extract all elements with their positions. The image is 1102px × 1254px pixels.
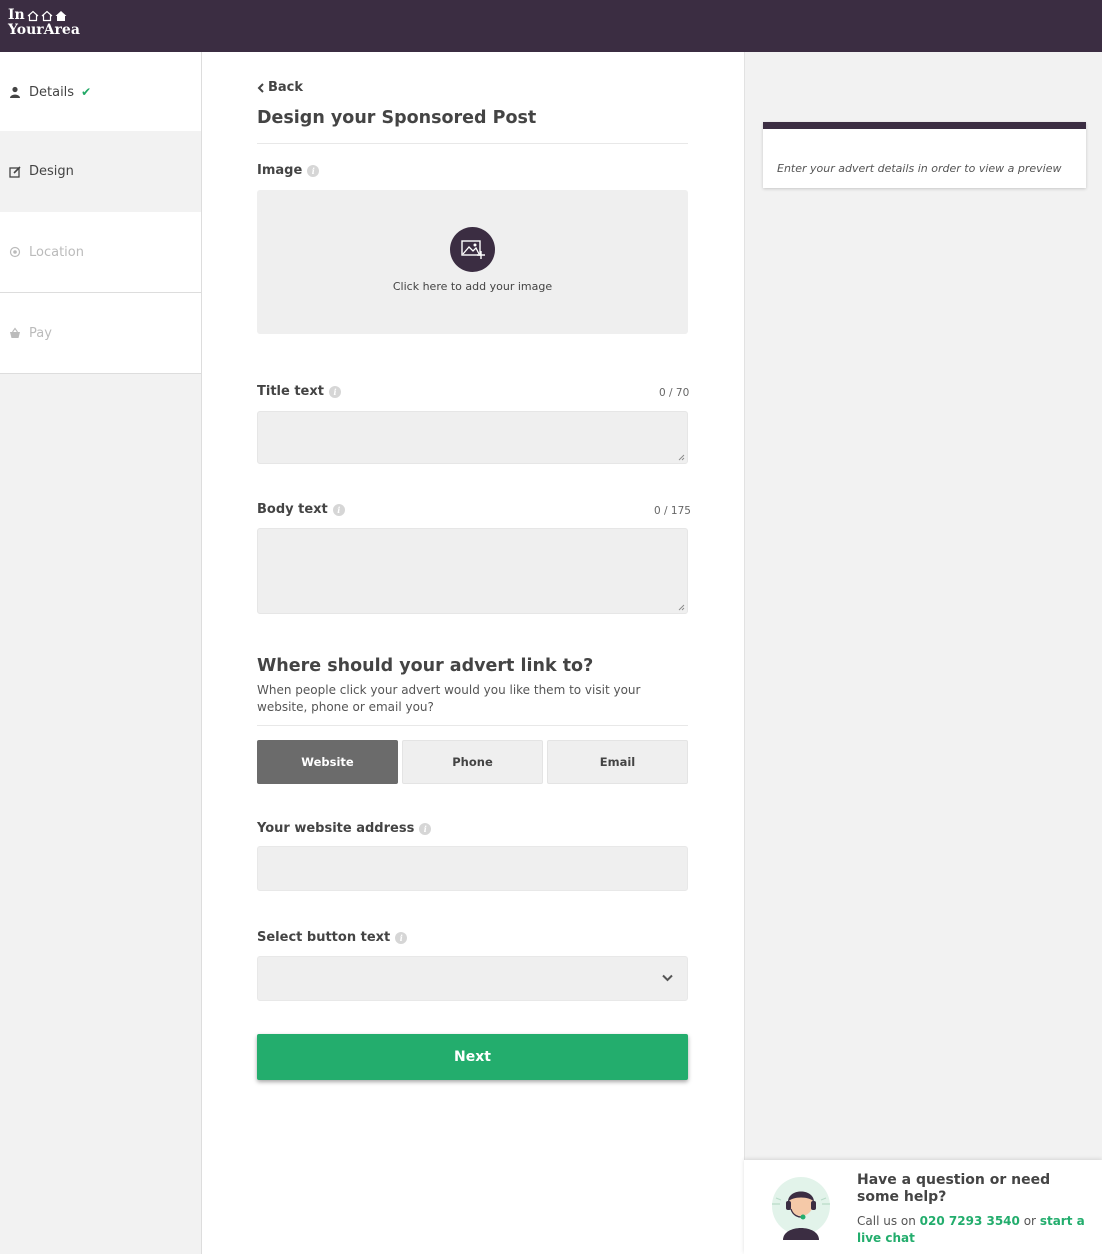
button-text-label: Select button text <box>257 930 391 945</box>
preview-header-bar <box>763 122 1086 129</box>
sidebar-item-pay[interactable]: Pay <box>0 293 201 374</box>
logo[interactable]: In YourArea <box>8 8 80 38</box>
info-icon[interactable]: i <box>307 164 320 177</box>
link-option-website[interactable]: Website <box>257 740 398 784</box>
preview-pane <box>744 52 1102 1254</box>
link-option-email[interactable]: Email <box>547 740 688 784</box>
sidebar-item-location[interactable]: Location <box>0 212 201 293</box>
sidebar-item-label: Pay <box>29 325 52 341</box>
add-image-icon <box>450 227 495 272</box>
sidebar-item-label: Details <box>29 84 75 100</box>
website-address-input[interactable] <box>257 846 688 891</box>
top-bar: In YourArea <box>0 0 1102 52</box>
logo-text-yourarea: YourArea <box>8 22 80 38</box>
body-text-field[interactable] <box>257 528 688 614</box>
resize-grip-icon[interactable] <box>678 604 685 611</box>
resize-grip-icon[interactable] <box>678 454 685 461</box>
house-outline-icon <box>41 10 53 21</box>
chevron-down-icon <box>662 974 673 982</box>
checkmark-icon: ✔ <box>81 85 92 99</box>
help-title: Have a question or need some help? <box>857 1172 1051 1205</box>
title-label-row: Title text i <box>257 384 341 399</box>
image-label-row: Image i <box>257 163 320 178</box>
help-contact-text: Call us on 020 7293 3540 or start a live… <box>857 1213 1097 1247</box>
logo-text-in: In <box>8 7 25 23</box>
upload-hint: Click here to add your image <box>392 280 553 293</box>
body-label-row: Body text i <box>257 502 345 517</box>
location-target-icon <box>9 246 21 258</box>
sidebar-item-design[interactable]: Design <box>0 131 201 212</box>
image-label: Image <box>257 163 303 178</box>
sidebar-item-details[interactable]: Details ✔ <box>0 52 201 133</box>
body-char-counter: 0 / 175 <box>654 505 691 517</box>
body-label: Body text <box>257 502 328 517</box>
title-char-counter: 0 / 70 <box>659 387 690 399</box>
website-label: Your website address <box>257 821 415 836</box>
title-label: Title text <box>257 384 324 399</box>
title-text-field[interactable] <box>257 411 688 464</box>
edit-icon <box>9 165 21 178</box>
back-link[interactable]: Back <box>257 80 303 95</box>
sidebar-item-label: Location <box>29 244 84 260</box>
back-label: Back <box>268 80 304 95</box>
basket-icon <box>10 327 20 338</box>
title-divider <box>257 143 688 144</box>
chevron-left-icon <box>257 82 264 93</box>
phone-link[interactable]: 020 7293 3540 <box>920 1214 1020 1228</box>
image-upload-area[interactable]: Click here to add your image <box>257 190 688 334</box>
advert-preview-card: Enter your advert details in order to vi… <box>763 122 1086 188</box>
link-section-title: Where should your advert link to? <box>257 656 594 676</box>
link-divider <box>257 725 688 726</box>
next-button[interactable]: Next <box>257 1034 688 1080</box>
help-widget: Have a question or need some help? Call … <box>744 1160 1102 1254</box>
support-agent-avatar <box>772 1177 830 1240</box>
preview-message: Enter your advert details in order to vi… <box>777 162 1062 175</box>
sidebar-item-label: Design <box>29 164 74 179</box>
user-icon <box>10 86 20 98</box>
button-text-select[interactable] <box>257 956 688 1001</box>
link-option-phone[interactable]: Phone <box>402 740 543 784</box>
info-icon[interactable]: i <box>332 503 345 516</box>
info-icon[interactable]: i <box>395 931 408 944</box>
link-section-description: When people click your advert would you … <box>257 683 641 714</box>
info-icon[interactable]: i <box>328 385 341 398</box>
button-text-label-row: Select button text i <box>257 930 408 945</box>
info-icon[interactable]: i <box>419 822 432 835</box>
website-label-row: Your website address i <box>257 821 432 836</box>
house-outline-icon <box>27 10 39 21</box>
house-filled-icon <box>55 10 67 21</box>
page-title: Design your Sponsored Post <box>257 108 537 128</box>
or-text: or <box>1023 1214 1036 1228</box>
call-prefix: Call us on <box>857 1214 916 1228</box>
